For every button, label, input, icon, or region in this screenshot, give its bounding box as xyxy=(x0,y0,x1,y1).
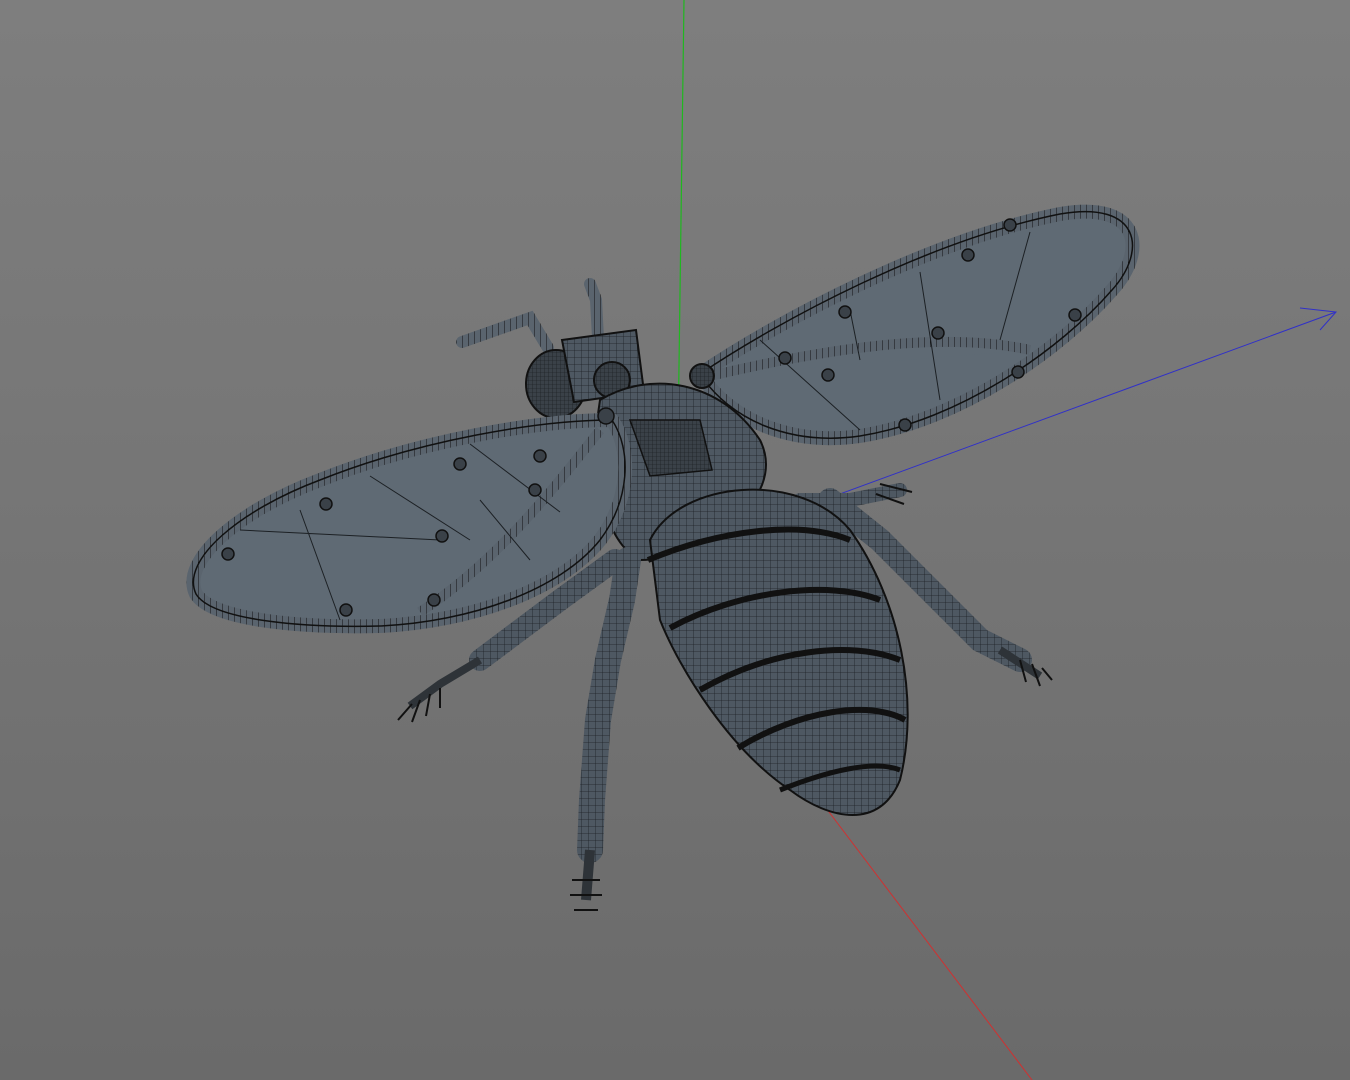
3d-viewport[interactable] xyxy=(0,0,1350,1080)
wing-hinge xyxy=(689,363,715,389)
y-axis-line xyxy=(677,0,685,441)
right-wing[interactable] xyxy=(693,204,1140,446)
x-axis-line xyxy=(825,807,1033,1080)
scene-canvas[interactable] xyxy=(0,0,1350,1080)
